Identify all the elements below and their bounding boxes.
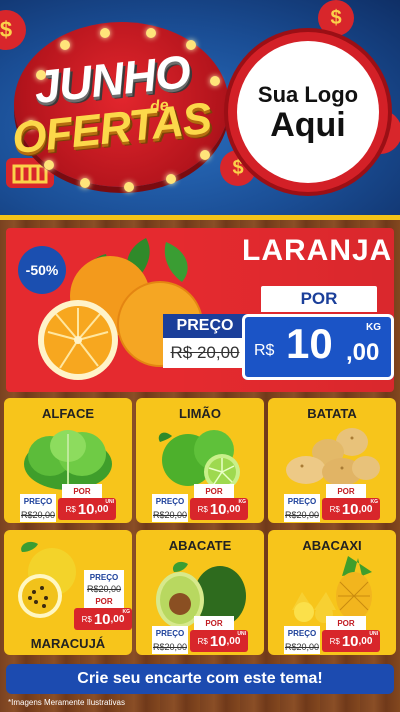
preco-label: PREÇO bbox=[152, 626, 188, 640]
price-integer: 10 bbox=[341, 500, 359, 518]
product-card-maracuja[interactable]: PREÇO R$20,00 POR R$ 10,00 KG MARACUJÁ bbox=[4, 530, 132, 655]
product-name: BATATA bbox=[307, 406, 357, 421]
preco-label: PREÇO bbox=[284, 494, 320, 508]
light-bulb bbox=[200, 150, 210, 160]
lettuce-icon bbox=[24, 430, 112, 490]
dollar-coin-icon: $ bbox=[318, 0, 354, 36]
old-price: R$20,00 bbox=[152, 640, 188, 654]
price-tag: R$ 10,00 KG bbox=[190, 498, 248, 520]
flyer-page: $ $ $ $ JUNHO de OFERTAS Sua Logo bbox=[0, 0, 400, 712]
price-tag: R$ 10,00 KG bbox=[74, 608, 132, 630]
light-bulb bbox=[124, 182, 134, 192]
price-tag: R$ 10,00 UNI bbox=[190, 630, 248, 652]
por-label: POR bbox=[326, 616, 366, 630]
product-name: ALFACE bbox=[42, 406, 94, 421]
light-bulb bbox=[186, 40, 196, 50]
por-label: POR bbox=[62, 484, 102, 498]
price-tag: R$ 10 ,00 KG bbox=[242, 314, 394, 380]
price-currency: R$ bbox=[254, 342, 275, 359]
product-name: LIMÃO bbox=[179, 406, 221, 421]
price-decimal: ,00 bbox=[358, 635, 373, 647]
price-integer: 10 bbox=[209, 632, 227, 650]
product-card-alface[interactable]: ALFACE PREÇO R$20,00 POR R$ 10,00 UNI bbox=[4, 398, 132, 523]
por-label: POR bbox=[84, 594, 124, 608]
price-unit: KG bbox=[122, 609, 131, 615]
disclaimer-text: *Imagens Meramente Ilustrativas bbox=[8, 698, 125, 707]
light-bulb bbox=[146, 28, 156, 38]
logo-inner: Sua Logo Aqui bbox=[237, 41, 379, 183]
header-divider bbox=[0, 215, 400, 220]
cta-button[interactable]: Crie seu encarte com este tema! bbox=[6, 664, 394, 694]
price-decimal: ,00 bbox=[226, 503, 241, 515]
lime-icon bbox=[158, 430, 240, 490]
price-decimal: ,00 bbox=[358, 503, 373, 515]
price-decimal: ,00 bbox=[346, 339, 380, 366]
price-unit: UNI bbox=[237, 631, 246, 637]
price-integer: 10 bbox=[341, 632, 359, 650]
old-price: R$ 20,00 bbox=[163, 338, 247, 368]
old-price: R$20,00 bbox=[284, 508, 320, 522]
preco-label: PREÇO bbox=[20, 494, 56, 508]
logo-placeholder[interactable]: Sua Logo Aqui bbox=[228, 32, 388, 192]
price-decimal: ,00 bbox=[226, 635, 241, 647]
logo-text-line1: Sua Logo bbox=[257, 82, 359, 107]
price-tag: R$ 10,00 KG bbox=[322, 498, 380, 520]
price-unit: KG bbox=[238, 499, 247, 505]
featured-offer[interactable]: -50% LARANJA POR PREÇO R$ 20,00 R$ 10 ,0… bbox=[6, 228, 394, 392]
old-price: R$20,00 bbox=[284, 640, 320, 654]
price-unit: KG bbox=[366, 322, 381, 333]
product-name: MARACUJÁ bbox=[30, 636, 106, 651]
price-tag: R$ 10,00 UNI bbox=[58, 498, 116, 520]
featured-product-name: LARANJA bbox=[242, 234, 393, 267]
header-banner: $ $ $ $ JUNHO de OFERTAS Sua Logo bbox=[0, 0, 400, 215]
discount-badge: -50% bbox=[18, 246, 66, 294]
price-decimal: ,00 bbox=[110, 613, 125, 625]
por-label: POR bbox=[194, 616, 234, 630]
light-bulb bbox=[166, 174, 176, 184]
price-currency: R$ bbox=[329, 636, 340, 646]
preco-label: PREÇO bbox=[152, 494, 188, 508]
light-bulb bbox=[80, 178, 90, 188]
por-label: POR bbox=[194, 484, 234, 498]
por-label: POR bbox=[261, 286, 377, 312]
potato-icon bbox=[286, 428, 380, 486]
price-unit: UNI bbox=[105, 499, 114, 505]
price-currency: R$ bbox=[197, 504, 208, 514]
pineapple-icon bbox=[292, 556, 372, 623]
preco-label: PREÇO bbox=[163, 314, 247, 338]
price-tag: R$ 10,00 UNI bbox=[322, 630, 380, 652]
logo-text-line2: Aqui bbox=[270, 106, 346, 144]
price-decimal: ,00 bbox=[94, 503, 109, 515]
por-label: POR bbox=[326, 484, 366, 498]
light-bulb bbox=[44, 160, 54, 170]
product-name: ABACATE bbox=[168, 538, 232, 553]
price-currency: R$ bbox=[329, 504, 340, 514]
product-card-batata[interactable]: BATATA PREÇO R$20,00 POR R$ 10,00 KG bbox=[268, 398, 396, 523]
old-price: R$20,00 bbox=[20, 508, 56, 522]
old-price: R$20,00 bbox=[152, 508, 188, 522]
product-card-abacaxi[interactable]: ABACAXI PREÇO R$20,00 POR R$ 10,00 UNI bbox=[268, 530, 396, 655]
product-name: ABACAXI bbox=[302, 538, 362, 553]
price-currency: R$ bbox=[65, 504, 76, 514]
light-bulb bbox=[60, 40, 70, 50]
price-currency: R$ bbox=[81, 614, 92, 624]
dollar-coin-icon: $ bbox=[0, 10, 26, 50]
price-integer: 10 bbox=[286, 320, 333, 367]
price-integer: 10 bbox=[209, 500, 227, 518]
price-unit: KG bbox=[370, 499, 379, 505]
light-bulb bbox=[100, 28, 110, 38]
price-unit: UNI bbox=[369, 631, 378, 637]
price-integer: 10 bbox=[77, 500, 95, 518]
price-integer: 10 bbox=[93, 610, 111, 628]
product-card-limao[interactable]: LIMÃO PREÇO R$20,00 POR R$ 10,00 KG bbox=[136, 398, 264, 523]
light-bulb bbox=[210, 76, 220, 86]
product-card-abacate[interactable]: ABACATE PREÇO R$20,00 POR R$ 10,00 UNI bbox=[136, 530, 264, 655]
price-currency: R$ bbox=[197, 636, 208, 646]
preco-label: PREÇO bbox=[284, 626, 320, 640]
